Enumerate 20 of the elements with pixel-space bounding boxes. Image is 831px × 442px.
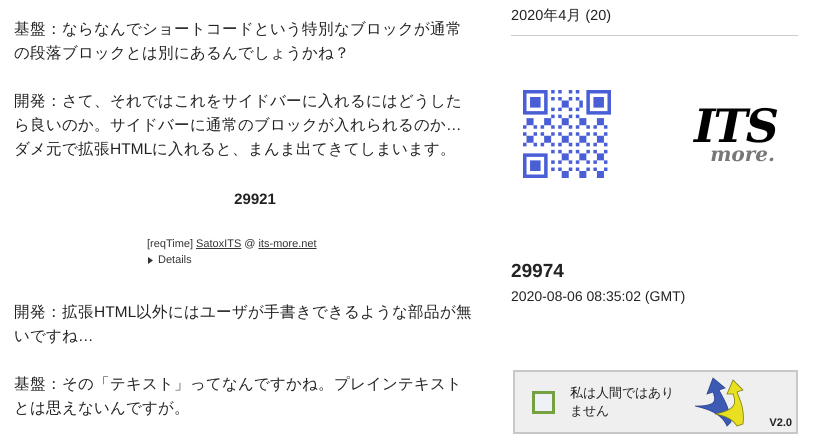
details-toggle[interactable]: Details (147, 252, 192, 268)
site-link[interactable]: its-more.net (258, 236, 317, 252)
caret-icon (147, 256, 154, 264)
paragraph: 基盤：その「テキスト」ってなんですかね。プレインテキストとは思えないんですが。 (14, 375, 463, 419)
captcha-version: V2.0 (769, 417, 792, 430)
logo-subtitle: more. (710, 146, 775, 162)
view-counter: 29921 (233, 190, 277, 210)
paragraph: 開発：さて、それではこれをサイドバーに入れるにはどうしたら良いのか。サイドバーに通常のブロックが入れられるのか… ダメ元で拡張HTMLに入れると、まんま出てきてしまいます。 (14, 92, 463, 160)
view-counter: 29974 (511, 260, 565, 284)
archive-link[interactable]: 2020年4月 (20) (511, 0, 798, 35)
captcha-checkbox[interactable] (532, 390, 555, 414)
captcha-label: 私は人間ではありません (570, 384, 675, 420)
timestamp: 2020-08-06 08:35:02 (GMT) (511, 287, 686, 306)
paragraph: 基盤：ならなんでショートコードという特別なブロックが通常の段落ブロックとは別にあるんでしょうかね？ (14, 20, 463, 64)
qr-code-icon (523, 90, 611, 178)
paragraph: 開発：拡張HTML以外にはユーザが手書きできるような部品が無いですね… (14, 303, 474, 347)
author-link[interactable]: SatoxITS (196, 236, 242, 252)
request-time-label: [reqTime] (147, 237, 194, 252)
logo-title: ITS (694, 106, 777, 146)
at-sign: @ (244, 237, 256, 252)
